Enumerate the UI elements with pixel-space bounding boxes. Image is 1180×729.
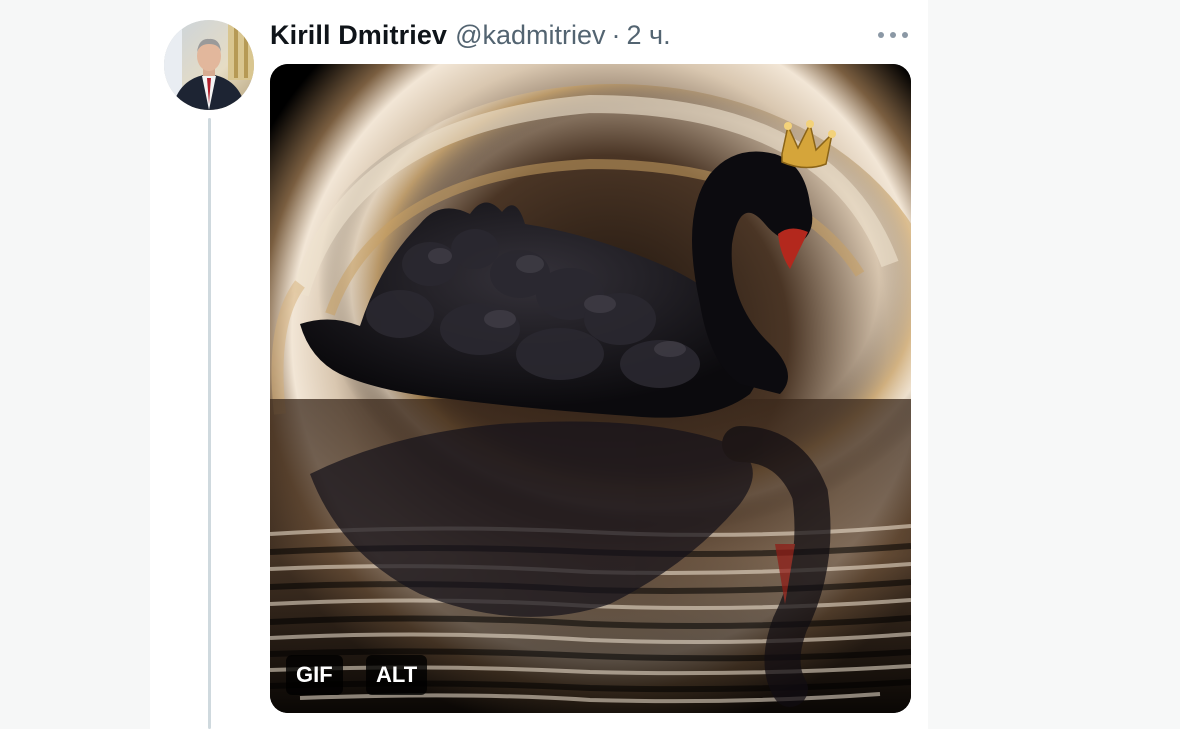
tweet-header: Kirill Dmitriev @kadmitriev · 2 ч. [270, 17, 671, 53]
tweet-media-gif[interactable]: GIF ALT [270, 64, 911, 713]
thread-line [208, 118, 211, 729]
alt-badge[interactable]: ALT [366, 655, 428, 695]
avatar[interactable] [164, 20, 254, 110]
avatar-image [164, 20, 254, 110]
tweet-timestamp[interactable]: 2 ч. [627, 20, 671, 51]
separator-dot: · [611, 19, 621, 50]
left-margin [0, 0, 150, 729]
author-name[interactable]: Kirill Dmitriev [270, 20, 447, 51]
right-margin [928, 0, 1180, 729]
black-swan-image [270, 64, 911, 713]
more-horizontal-icon[interactable] [878, 29, 908, 41]
author-handle[interactable]: @kadmitriev [455, 20, 605, 51]
tweet-card[interactable]: Kirill Dmitriev @kadmitriev · 2 ч. GIF A… [150, 0, 928, 729]
gif-badge[interactable]: GIF [286, 655, 343, 695]
